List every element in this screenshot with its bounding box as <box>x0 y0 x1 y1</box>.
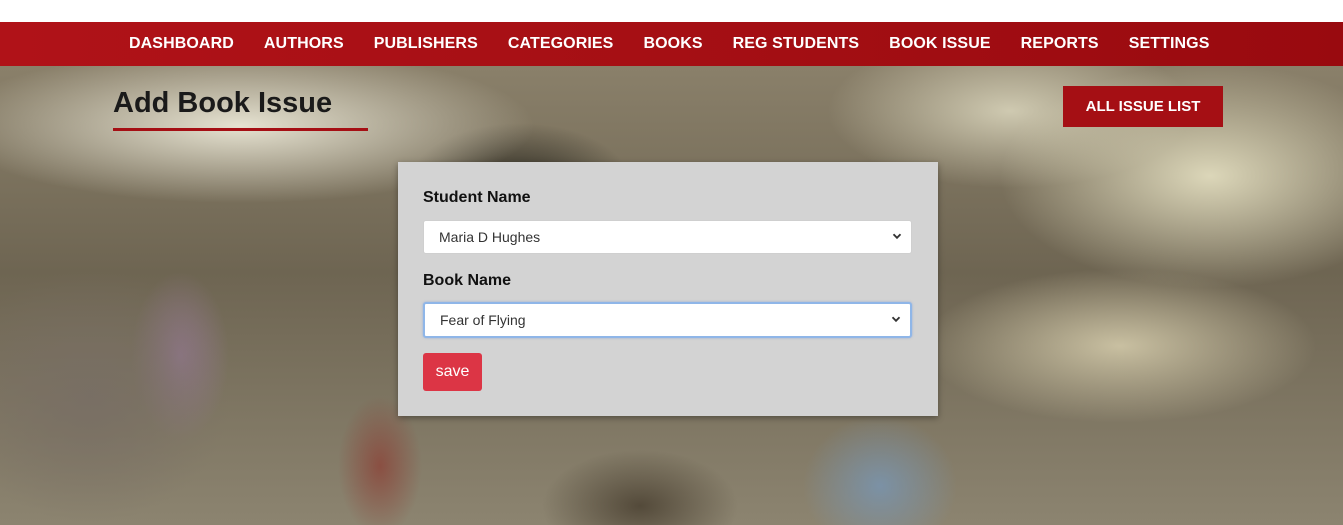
add-issue-form-card: Student Name Maria D Hughes Book Name Fe… <box>398 162 938 416</box>
nav-item-dashboard[interactable]: DASHBOARD <box>114 35 249 53</box>
title-underline <box>113 128 368 131</box>
chevron-down-icon <box>892 233 902 240</box>
chevron-down-icon <box>891 316 901 323</box>
save-button[interactable]: save <box>423 353 482 391</box>
nav-item-publishers[interactable]: PUBLISHERS <box>359 35 493 53</box>
student-name-select[interactable]: Maria D Hughes <box>423 220 912 254</box>
nav-item-book-issue[interactable]: BOOK ISSUE <box>874 35 1005 53</box>
book-name-label: Book Name <box>423 272 512 289</box>
top-white-strip <box>0 0 1343 22</box>
book-name-select[interactable]: Fear of Flying <box>423 302 912 338</box>
all-issue-list-button[interactable]: ALL ISSUE LIST <box>1063 86 1223 127</box>
nav-item-categories[interactable]: CATEGORIES <box>493 35 629 53</box>
nav-item-books[interactable]: BOOKS <box>628 35 717 53</box>
student-name-value: Maria D Hughes <box>439 229 541 245</box>
student-name-label: Student Name <box>423 189 531 206</box>
nav-item-reports[interactable]: REPORTS <box>1006 35 1114 53</box>
nav-item-settings[interactable]: SETTINGS <box>1114 35 1225 53</box>
nav-item-reg-students[interactable]: REG STUDENTS <box>718 35 875 53</box>
nav-item-authors[interactable]: AUTHORS <box>249 35 359 53</box>
book-name-value: Fear of Flying <box>440 312 526 328</box>
main-navbar: DASHBOARD AUTHORS PUBLISHERS CATEGORIES … <box>0 22 1343 66</box>
nav-menu: DASHBOARD AUTHORS PUBLISHERS CATEGORIES … <box>114 22 1225 66</box>
page-title: Add Book Issue <box>113 87 333 119</box>
